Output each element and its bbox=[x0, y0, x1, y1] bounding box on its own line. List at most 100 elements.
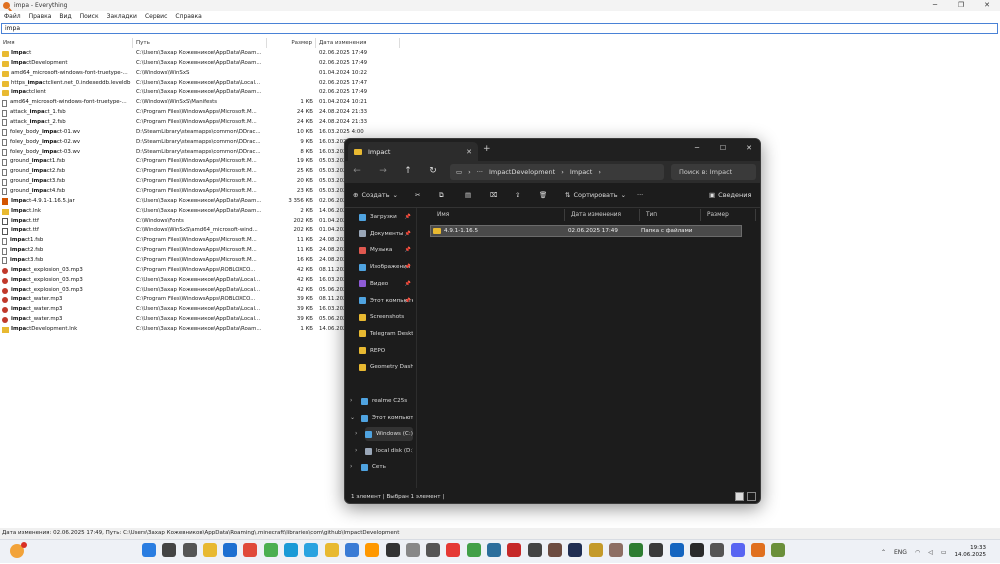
result-row[interactable]: impact_explosion_03.mp3 C:\Program Files\… bbox=[0, 266, 400, 276]
search-input[interactable]: impa bbox=[1, 23, 998, 34]
search-icon[interactable] bbox=[162, 543, 177, 557]
column-name[interactable]: Имя bbox=[431, 209, 565, 221]
chevron-right-icon[interactable]: › bbox=[350, 463, 352, 470]
weather-widget-icon[interactable] bbox=[10, 542, 27, 558]
search-box[interactable]: Поиск в: Impact bbox=[671, 164, 756, 180]
sidebar-item[interactable]: Видео 📌 bbox=[359, 277, 413, 291]
chrome-icon[interactable] bbox=[263, 543, 278, 557]
tree-item[interactable]: Этот компьютер bbox=[361, 411, 413, 425]
sublime-icon[interactable] bbox=[365, 543, 380, 557]
menu-view[interactable]: Вид bbox=[59, 13, 71, 20]
breadcrumb-impact[interactable]: Impact bbox=[570, 168, 592, 176]
result-row[interactable]: impact1.fsb C:\Program Files\WindowsApps\… bbox=[0, 236, 400, 246]
app-icon[interactable] bbox=[649, 543, 664, 557]
ellipsis-icon[interactable]: ··· bbox=[477, 168, 483, 176]
details-button[interactable]: ▣ Сведения bbox=[709, 191, 751, 199]
sidebar-item[interactable]: Telegram Desktop bbox=[359, 327, 413, 341]
sidebar-item[interactable]: Screenshots bbox=[359, 310, 413, 324]
back-icon[interactable]: ← bbox=[351, 166, 363, 176]
photo-icon[interactable] bbox=[405, 543, 420, 557]
result-row[interactable]: Impact-4.9.1-1.16.5.jar C:\Users\Захар Ко… bbox=[0, 197, 400, 207]
app-icon[interactable] bbox=[710, 543, 725, 557]
close-button[interactable]: ✕ bbox=[974, 0, 1000, 11]
result-row[interactable]: ground_impact4.fsb C:\Program Files\Windo… bbox=[0, 187, 400, 197]
share-icon[interactable]: ⇪ bbox=[515, 191, 520, 199]
result-row[interactable]: impact_water.mp3 C:\Users\Захар Кожевнико… bbox=[0, 305, 400, 315]
battery-icon[interactable]: ▭ bbox=[941, 549, 947, 556]
chevron-right-icon[interactable]: › bbox=[355, 447, 357, 454]
menu-bookmarks[interactable]: Закладки bbox=[107, 13, 137, 20]
result-row[interactable]: impact_water.mp3 C:\Users\Захар Кожевнико… bbox=[0, 315, 400, 325]
close-tab-icon[interactable]: ✕ bbox=[466, 148, 472, 156]
app-icon[interactable] bbox=[426, 543, 441, 557]
clock[interactable]: 19:33 14.06.2025 bbox=[955, 545, 987, 559]
result-row[interactable]: amd64_microsoft-windows-font-truetype-..… bbox=[0, 69, 400, 79]
result-row[interactable]: impact.ttf C:\Windows\WinSxS\amd64_micros… bbox=[0, 226, 400, 236]
result-row[interactable]: Impact C:\Users\Захар Кожевников\AppData\… bbox=[0, 49, 400, 59]
breadcrumb-impactdevelopment[interactable]: ImpactDevelopment bbox=[489, 168, 555, 176]
result-row[interactable]: impactclient C:\Users\Захар Кожевников\Ap… bbox=[0, 88, 400, 98]
paste-icon[interactable]: ▤ bbox=[465, 191, 471, 199]
cut-icon[interactable]: ✂ bbox=[415, 191, 420, 199]
edge-icon[interactable] bbox=[284, 543, 299, 557]
sidebar-item[interactable]: Изображения 📌 bbox=[359, 260, 413, 274]
result-row[interactable]: attack_impact_2.fsb C:\Program Files\Wind… bbox=[0, 118, 400, 128]
address-bar[interactable]: ▭ › ··· ImpactDevelopment › Impact › bbox=[450, 164, 664, 180]
app-icon[interactable] bbox=[547, 543, 562, 557]
column-path[interactable]: Путь bbox=[133, 38, 267, 48]
chevron-down-icon[interactable]: ⌄ bbox=[350, 414, 355, 421]
app-icon[interactable] bbox=[669, 543, 684, 557]
column-type[interactable]: Тип bbox=[640, 209, 701, 221]
up-icon[interactable]: ↑ bbox=[402, 166, 414, 176]
column-date[interactable]: Дата изменения bbox=[316, 38, 400, 48]
task-view-icon[interactable] bbox=[182, 543, 197, 557]
app-icon[interactable] bbox=[527, 543, 542, 557]
tiles-view-icon[interactable] bbox=[747, 492, 756, 501]
result-row[interactable]: foley_body_impact-03.wv D:\SteamLibrary\s… bbox=[0, 148, 400, 158]
result-row[interactable]: ground_impact2.fsb C:\Program Files\Windo… bbox=[0, 167, 400, 177]
terminal-icon[interactable] bbox=[385, 543, 400, 557]
minimize-button[interactable]: ─ bbox=[684, 139, 710, 157]
chevron-up-icon[interactable]: ⌃ bbox=[881, 549, 886, 556]
result-row[interactable]: Impact.lnk C:\Users\Захар Кожевников\AppD… bbox=[0, 207, 400, 217]
result-row[interactable]: attack_impact_1.fsb C:\Program Files\Wind… bbox=[0, 108, 400, 118]
yandex-icon[interactable] bbox=[243, 543, 258, 557]
result-row[interactable]: amd64_microsoft-windows-font-truetype-..… bbox=[0, 98, 400, 108]
tree-item[interactable]: realme C25s bbox=[361, 394, 413, 408]
wifi-icon[interactable]: ◠ bbox=[915, 549, 920, 556]
chevron-right-icon[interactable]: › bbox=[350, 397, 352, 404]
close-button[interactable]: ✕ bbox=[736, 139, 760, 157]
volume-icon[interactable]: ◁ bbox=[928, 549, 933, 556]
column-size[interactable]: Размер bbox=[701, 209, 756, 221]
copy-icon[interactable]: ⧉ bbox=[439, 191, 444, 200]
files-icon[interactable] bbox=[324, 543, 339, 557]
explorer-icon[interactable] bbox=[202, 543, 217, 557]
sidebar-item[interactable]: Документы 📌 bbox=[359, 227, 413, 241]
photoshop-icon[interactable] bbox=[568, 543, 583, 557]
result-row[interactable]: https_impactclient.net_0.indexeddb.level… bbox=[0, 79, 400, 89]
result-row[interactable]: ImpactDevelopment C:\Users\Захар Кожевник… bbox=[0, 59, 400, 69]
menu-help[interactable]: Справка bbox=[175, 13, 201, 20]
sidebar-item[interactable]: Этот компьютер📌 bbox=[359, 294, 413, 308]
menu-edit[interactable]: Правка bbox=[29, 13, 52, 20]
tree-item[interactable]: local disk (D:) bbox=[365, 444, 413, 458]
result-row[interactable]: ground_impact3.fsb C:\Program Files\Windo… bbox=[0, 177, 400, 187]
more-button[interactable]: ··· bbox=[637, 191, 643, 199]
maximize-button[interactable]: ❐ bbox=[948, 0, 974, 11]
app-icon[interactable] bbox=[588, 543, 603, 557]
menu-file[interactable]: Файл bbox=[4, 13, 21, 20]
app-icon[interactable] bbox=[487, 543, 502, 557]
notepad-icon[interactable] bbox=[223, 543, 238, 557]
media-icon[interactable] bbox=[507, 543, 522, 557]
chevron-right-icon[interactable]: › bbox=[355, 430, 357, 437]
new-tab-button[interactable]: + bbox=[483, 144, 491, 154]
file-row-selected[interactable]: 4.9.1-1.16.5 02.06.2025 17:49 Папка с фа… bbox=[430, 225, 742, 237]
start-icon[interactable] bbox=[142, 543, 156, 557]
xbox-icon[interactable] bbox=[466, 543, 481, 557]
result-row[interactable]: ImpactDevelopment.lnk C:\Users\Захар Коже… bbox=[0, 325, 400, 335]
tree-item[interactable]: Windows (C:) bbox=[365, 427, 413, 441]
details-view-icon[interactable] bbox=[735, 492, 744, 501]
tree-item[interactable]: Сеть bbox=[361, 460, 413, 474]
column-name[interactable]: Имя bbox=[0, 38, 133, 48]
sidebar-item[interactable]: Загрузки 📌 bbox=[359, 210, 413, 224]
